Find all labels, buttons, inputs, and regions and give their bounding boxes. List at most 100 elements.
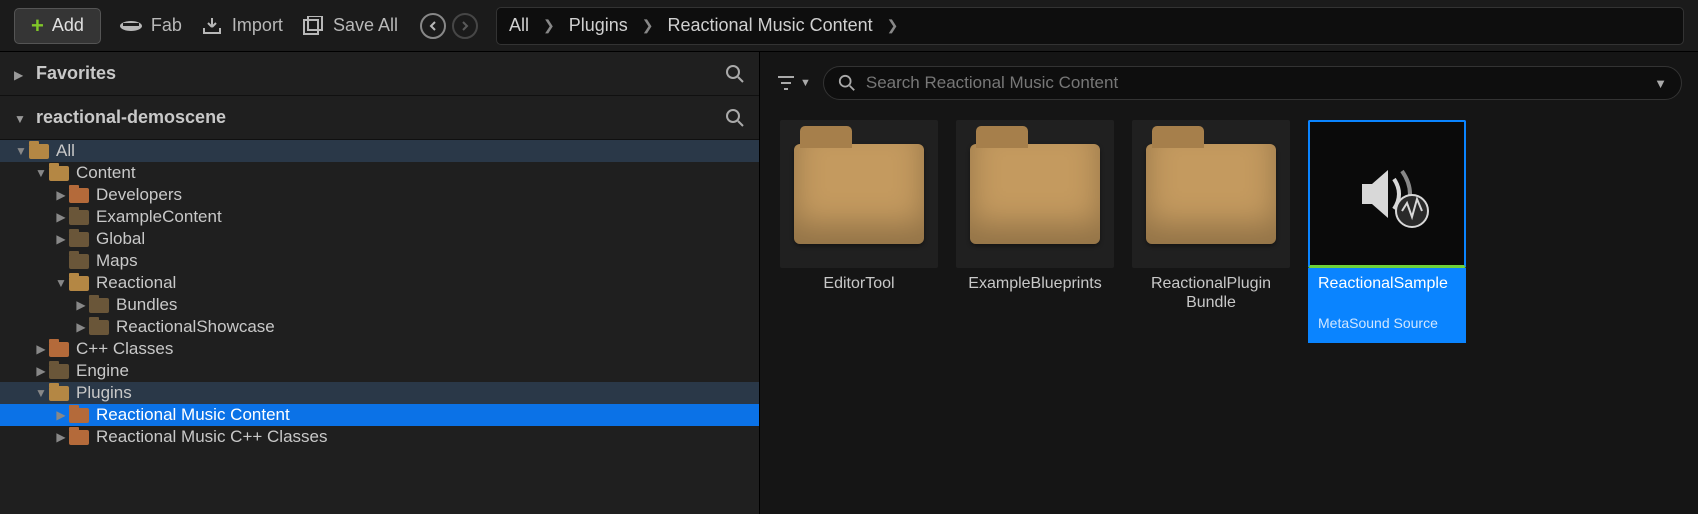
tree-label: Reactional Music C++ Classes <box>96 427 327 447</box>
save-all-label: Save All <box>333 15 398 36</box>
expand-icon: ▶ <box>54 232 68 246</box>
chevron-right-icon: ❯ <box>642 17 654 34</box>
tree-label: Plugins <box>76 383 132 403</box>
breadcrumb-segment[interactable]: Reactional Music Content <box>668 15 873 36</box>
tree-label: Engine <box>76 361 129 381</box>
expand-icon: ▶ <box>54 188 68 202</box>
tree-label: All <box>56 141 75 161</box>
folder-icon <box>794 144 924 244</box>
asset-search[interactable]: ▼ <box>823 66 1682 100</box>
expand-icon: ▶ <box>74 298 88 312</box>
chevron-right-icon: ❯ <box>887 17 899 34</box>
tree-label: Reactional <box>96 273 176 293</box>
tree-item-all[interactable]: ▼ All <box>0 140 759 162</box>
tree-label: ExampleContent <box>96 207 222 227</box>
nav-back-button[interactable] <box>420 13 446 39</box>
project-label: reactional-demoscene <box>36 107 226 127</box>
breadcrumb-segment[interactable]: Plugins <box>569 15 628 36</box>
asset-grid: EditorTool ExampleBlueprints ReactionalP… <box>760 110 1698 353</box>
folder-icon <box>68 428 90 446</box>
chevron-down-icon[interactable]: ▼ <box>1654 76 1667 91</box>
folder-icon <box>28 142 50 160</box>
search-input[interactable] <box>866 73 1644 93</box>
expand-icon: ▼ <box>14 144 28 158</box>
folder-icon <box>1146 144 1276 244</box>
folder-icon <box>68 406 90 424</box>
search-icon[interactable] <box>725 108 745 128</box>
fab-icon <box>119 16 143 36</box>
favorites-header[interactable]: ▶Favorites <box>0 52 759 96</box>
asset-label: ReactionalSample <box>1318 274 1456 293</box>
speaker-icon <box>1352 159 1422 229</box>
fab-button[interactable]: Fab <box>119 15 182 36</box>
tree-item-example-content[interactable]: ▶ ExampleContent <box>0 206 759 228</box>
tree-item-global[interactable]: ▶ Global <box>0 228 759 250</box>
breadcrumb-segment[interactable]: All <box>509 15 529 36</box>
tree-label: ReactionalShowcase <box>116 317 275 337</box>
add-button[interactable]: + Add <box>14 8 101 44</box>
import-button[interactable]: Import <box>200 15 283 36</box>
folder-icon <box>68 230 90 248</box>
tree-item-cpp-classes[interactable]: ▶ C++ Classes <box>0 338 759 360</box>
folder-icon <box>68 252 90 270</box>
folder-icon <box>68 186 90 204</box>
collapse-icon: ▼ <box>14 112 26 126</box>
chevron-right-icon: ❯ <box>543 17 555 34</box>
plus-icon: + <box>31 15 44 37</box>
tree-item-reactional-music-content[interactable]: ▶ Reactional Music Content <box>0 404 759 426</box>
add-label: Add <box>52 15 84 36</box>
folder-icon <box>48 340 70 358</box>
asset-pane: ▼ ▼ EditorTool ExampleBlueprints <box>760 52 1698 514</box>
expand-icon: ▶ <box>54 210 68 224</box>
expand-icon: ▼ <box>54 276 68 290</box>
tree-label: Reactional Music Content <box>96 405 290 425</box>
asset-toolbar: ▼ ▼ <box>760 52 1698 110</box>
tree-item-maps[interactable]: ▶ Maps <box>0 250 759 272</box>
save-all-button[interactable]: Save All <box>301 15 398 36</box>
tree-item-reactional-music-cpp[interactable]: ▶ Reactional Music C++ Classes <box>0 426 759 448</box>
breadcrumb: All ❯ Plugins ❯ Reactional Music Content… <box>496 7 1684 45</box>
tree-item-plugins[interactable]: ▼ Plugins <box>0 382 759 404</box>
tree-label: C++ Classes <box>76 339 173 359</box>
source-tree: ▼ All ▼ Content ▶ Developers ▶ ExampleCo… <box>0 140 759 514</box>
filter-button[interactable]: ▼ <box>776 75 811 91</box>
asset-type: MetaSound Source <box>1318 315 1456 331</box>
fab-label: Fab <box>151 15 182 36</box>
tree-item-bundles[interactable]: ▶ Bundles <box>0 294 759 316</box>
folder-icon <box>48 362 70 380</box>
import-label: Import <box>232 15 283 36</box>
tree-item-reactional[interactable]: ▼ Reactional <box>0 272 759 294</box>
asset-folder-editortool[interactable]: EditorTool <box>780 120 938 312</box>
tree-item-content[interactable]: ▼ Content <box>0 162 759 184</box>
expand-icon: ▶ <box>74 320 88 334</box>
asset-folder-reactionalpluginbundle[interactable]: ReactionalPlugin Bundle <box>1132 120 1290 312</box>
expand-icon: ▶ <box>34 342 48 356</box>
nav-forward-button[interactable] <box>452 13 478 39</box>
folder-icon <box>970 144 1100 244</box>
collapse-icon: ▶ <box>14 68 26 82</box>
tree-label: Maps <box>96 251 138 271</box>
asset-caption: ReactionalSample MetaSound Source <box>1308 268 1466 343</box>
asset-reactionalsample[interactable]: ReactionalSample MetaSound Source <box>1308 120 1466 343</box>
tree-item-reactional-showcase[interactable]: ▶ ReactionalShowcase <box>0 316 759 338</box>
asset-label: ExampleBlueprints <box>956 268 1114 312</box>
folder-icon <box>48 164 70 182</box>
tree-label: Global <box>96 229 145 249</box>
search-icon[interactable] <box>725 64 745 84</box>
tree-item-developers[interactable]: ▶ Developers <box>0 184 759 206</box>
expand-icon: ▶ <box>34 364 48 378</box>
folder-icon <box>68 208 90 226</box>
tree-label: Content <box>76 163 136 183</box>
project-header[interactable]: ▼ reactional-demoscene <box>0 96 759 140</box>
save-all-icon <box>301 16 325 36</box>
folder-thumb <box>956 120 1114 268</box>
asset-folder-exampleblueprints[interactable]: ExampleBlueprints <box>956 120 1114 312</box>
expand-icon: ▼ <box>34 386 48 400</box>
tree-item-engine[interactable]: ▶ Engine <box>0 360 759 382</box>
folder-thumb <box>780 120 938 268</box>
tree-label: Bundles <box>116 295 177 315</box>
expand-icon: ▶ <box>54 430 68 444</box>
folder-icon <box>48 384 70 402</box>
asset-label: EditorTool <box>780 268 938 312</box>
search-icon <box>838 74 856 92</box>
